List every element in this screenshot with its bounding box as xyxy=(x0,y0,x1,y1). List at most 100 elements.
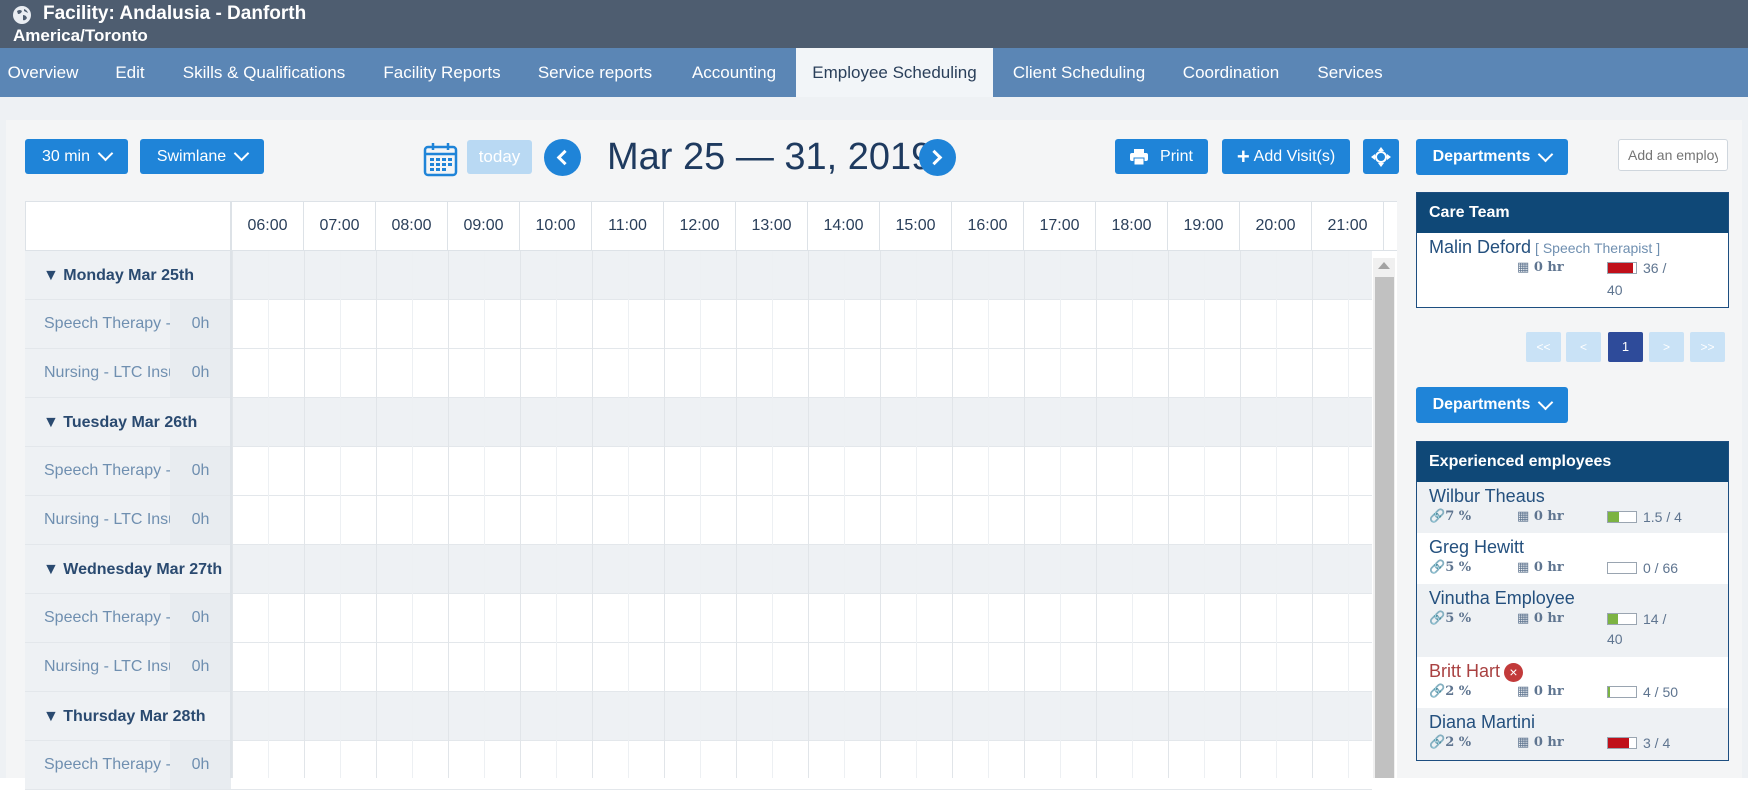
service-row: Speech Therapy - 0h xyxy=(25,741,1372,790)
tab-facility-reports[interactable]: Facility Reports xyxy=(372,48,512,97)
link-icon: 🔗 xyxy=(1429,684,1446,699)
hour-label: 13:00 xyxy=(735,201,807,251)
scheduled-hours: ▦ 0 hr xyxy=(1517,611,1564,626)
employee-item[interactable]: Vinutha Employee 🔗5 % ▦ 0 hr 14 / 40 xyxy=(1417,584,1728,657)
employee-name[interactable]: Britt Hart xyxy=(1429,661,1500,681)
today-button[interactable]: today xyxy=(467,140,532,174)
service-timeline[interactable] xyxy=(232,741,1372,789)
grid-line xyxy=(1132,251,1133,778)
employee-name[interactable]: Greg Hewitt xyxy=(1429,537,1716,558)
view-dropdown[interactable]: Swimlane xyxy=(140,139,264,174)
tab-coordination[interactable]: Coordination xyxy=(1172,48,1290,97)
plus-icon: + xyxy=(1236,143,1250,169)
hour-label: 08:00 xyxy=(375,201,447,251)
service-hours: 0h xyxy=(170,300,231,348)
service-timeline[interactable] xyxy=(232,496,1372,544)
scheduled-hours: ▦ 0 hr xyxy=(1517,260,1564,275)
percent-value: 2 % xyxy=(1445,684,1472,699)
service-timeline[interactable] xyxy=(232,300,1372,348)
departments-dropdown[interactable]: Departments xyxy=(1416,139,1568,175)
scroll-up-arrow-icon[interactable] xyxy=(1378,262,1390,269)
service-row: Speech Therapy - 0h xyxy=(25,447,1372,496)
service-name: Speech Therapy - xyxy=(25,741,170,789)
hours-value: 0 hr xyxy=(1533,260,1564,275)
service-timeline[interactable] xyxy=(232,643,1372,691)
pager-first[interactable]: << xyxy=(1526,332,1561,362)
employee-name[interactable]: Malin Deford xyxy=(1429,237,1531,257)
quota-value: 1.5 / 4 xyxy=(1643,509,1682,525)
tab-skills-qualifications[interactable]: Skills & Qualifications xyxy=(172,48,356,97)
add-visit-button[interactable]: + Add Visit(s) xyxy=(1222,139,1350,174)
tab-accounting[interactable]: Accounting xyxy=(680,48,788,97)
percent-value: 5 % xyxy=(1445,611,1472,626)
hour-divider xyxy=(1383,201,1397,251)
employee-item[interactable]: Britt Hart × 🔗2 % ▦ 0 hr 4 / 50 xyxy=(1417,657,1728,708)
match-percent: 🔗5 % xyxy=(1429,611,1471,626)
tab-employee-scheduling[interactable]: Employee Scheduling xyxy=(796,48,993,97)
facility-timezone: America/Toronto xyxy=(13,26,148,45)
employee-name[interactable]: Vinutha Employee xyxy=(1429,588,1716,609)
prev-week-button[interactable] xyxy=(544,139,581,176)
employee-item[interactable]: Diana Martini 🔗2 % ▦ 0 hr 3 / 4 xyxy=(1417,708,1728,760)
print-label: Print xyxy=(1160,147,1193,165)
interval-dropdown[interactable]: 30 min xyxy=(25,139,128,174)
hours-value: 0 hr xyxy=(1533,509,1564,524)
match-percent: 🔗2 % xyxy=(1429,735,1471,750)
next-week-button[interactable] xyxy=(919,139,956,176)
service-timeline[interactable] xyxy=(232,594,1372,642)
quota-bar xyxy=(1607,613,1637,625)
grid-line xyxy=(916,251,917,778)
quota-bar-fill xyxy=(1608,614,1618,624)
day-row-monday[interactable]: ▼ Monday Mar 25th xyxy=(25,251,1372,300)
close-circle-icon[interactable]: × xyxy=(1504,663,1524,682)
day-row-tuesday[interactable]: ▼ Tuesday Mar 26th xyxy=(25,398,1372,447)
care-team-member[interactable]: Malin Deford[ Speech Therapist ] ▦ 0 hr … xyxy=(1417,233,1728,302)
day-row-thursday[interactable]: ▼ Thursday Mar 28th xyxy=(25,692,1372,741)
day-label: ▼ Tuesday Mar 26th xyxy=(43,414,198,431)
calendar-icon[interactable] xyxy=(423,142,458,177)
hour-label: 12:00 xyxy=(663,201,735,251)
pager-last[interactable]: >> xyxy=(1690,332,1725,362)
pager-prev[interactable]: < xyxy=(1566,332,1601,362)
employee-item[interactable]: Greg Hewitt 🔗5 % ▦ 0 hr 0 / 66 xyxy=(1417,533,1728,584)
employee-name[interactable]: Wilbur Theaus xyxy=(1429,486,1716,507)
date-range: Mar 25 — 31, 2019 xyxy=(607,136,933,178)
percent-value: 5 % xyxy=(1445,560,1472,575)
tab-overview[interactable]: Overview xyxy=(0,48,86,97)
employee-name[interactable]: Diana Martini xyxy=(1429,712,1716,733)
match-percent: 🔗5 % xyxy=(1429,560,1471,575)
tab-edit[interactable]: Edit xyxy=(100,48,160,97)
day-label: ▼ Thursday Mar 28th xyxy=(43,708,206,725)
pager-next[interactable]: > xyxy=(1649,332,1684,362)
quota-value: 14 / xyxy=(1643,611,1667,627)
scrollbar-thumb[interactable] xyxy=(1375,277,1394,778)
day-label-text: Tuesday Mar 26th xyxy=(63,414,198,431)
service-timeline[interactable] xyxy=(232,447,1372,495)
print-button[interactable]: Print xyxy=(1115,139,1208,174)
facility-title: Facility: Andalusia - Danforth xyxy=(43,3,307,24)
day-row-wednesday[interactable]: ▼ Wednesday Mar 27th xyxy=(25,545,1372,594)
expand-arrows-icon xyxy=(1371,146,1391,167)
service-row: Nursing - LTC Insu 0h xyxy=(25,349,1372,398)
quota-bar xyxy=(1607,737,1637,749)
hour-label: 20:00 xyxy=(1239,201,1311,251)
quota-indicator: 3 / 4 xyxy=(1607,735,1670,751)
tab-client-scheduling[interactable]: Client Scheduling xyxy=(1004,48,1154,97)
hour-label: 17:00 xyxy=(1023,201,1095,251)
grid-line xyxy=(1060,251,1061,778)
service-row: Nursing - LTC Insu 0h xyxy=(25,643,1372,692)
tab-services[interactable]: Services xyxy=(1306,48,1394,97)
hours-value: 0 hr xyxy=(1533,560,1564,575)
departments-dropdown-2[interactable]: Departments xyxy=(1416,387,1568,423)
add-employee-input[interactable] xyxy=(1618,139,1728,171)
pager-current[interactable]: 1 xyxy=(1608,332,1643,362)
service-hours: 0h xyxy=(170,594,231,642)
service-timeline[interactable] xyxy=(232,349,1372,397)
employee-item[interactable]: Wilbur Theaus 🔗7 % ▦ 0 hr 1.5 / 4 xyxy=(1417,482,1728,533)
grid-line xyxy=(700,251,701,778)
service-name: Nursing - LTC Insu xyxy=(25,643,170,691)
quota-bar-fill xyxy=(1608,512,1619,522)
grid-line xyxy=(628,251,629,778)
tab-service-reports[interactable]: Service reports xyxy=(530,48,660,97)
fullscreen-button[interactable] xyxy=(1363,139,1399,174)
